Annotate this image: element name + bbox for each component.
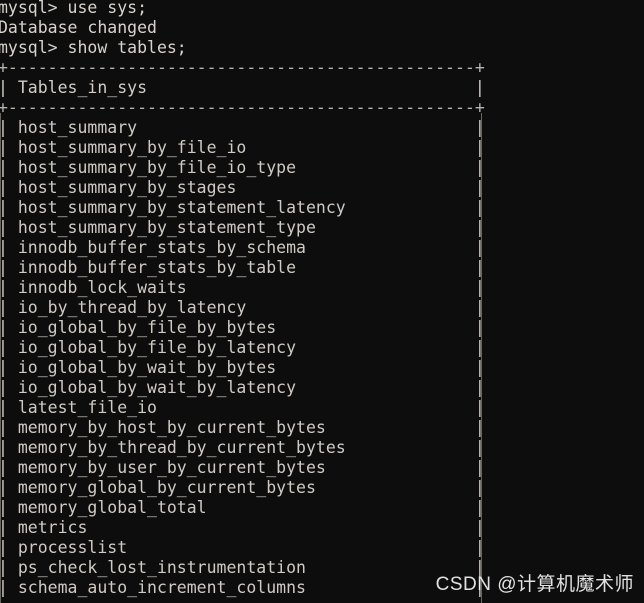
table-row: | metrics | — [0, 518, 485, 537]
table-row: | memory_by_user_by_current_bytes | — [0, 458, 485, 477]
csdn-watermark: CSDN @计算机魔术师 — [435, 574, 634, 595]
terminal-window[interactable]: mysql> use sys; Database changed mysql> … — [0, 0, 644, 603]
table-row: | innodb_lock_waits | — [0, 278, 485, 297]
table-row: | host_summary_by_file_io_type | — [0, 158, 485, 177]
table-row: | innodb_buffer_stats_by_table | — [0, 258, 485, 277]
terminal-screen: mysql> use sys; Database changed mysql> … — [0, 0, 644, 598]
table-body: | host_summary | | host_summary_by_file_i… — [0, 118, 644, 598]
table-row: | io_global_by_file_by_bytes | — [0, 318, 485, 337]
table-top-rule: +---------------------------------------… — [0, 58, 485, 77]
terminal-line-command-1: mysql> use sys; — [0, 0, 148, 17]
table-row: | io_by_thread_by_latency | — [0, 298, 485, 317]
table-row: | host_summary_by_stages | — [0, 178, 485, 197]
table-row: | io_global_by_file_by_latency | — [0, 338, 485, 357]
table-row: | memory_by_thread_by_current_bytes | — [0, 438, 485, 457]
table-right-border — [481, 113, 482, 603]
table-row: | memory_global_by_current_bytes | — [0, 478, 485, 497]
table-row: | host_summary_by_file_io | — [0, 138, 485, 157]
table-row: | memory_global_total | — [0, 498, 485, 517]
terminal-line-command-2: mysql> show tables; — [0, 38, 187, 57]
table-left-border — [0, 113, 1, 603]
table-header-rule: +---------------------------------------… — [0, 98, 485, 117]
table-row: | host_summary_by_statement_type | — [0, 218, 485, 237]
table-row: | io_global_by_wait_by_latency | — [0, 378, 485, 397]
terminal-line-status: Database changed — [0, 18, 157, 37]
table-row: | processlist | — [0, 538, 485, 557]
table-header-row: | Tables_in_sys | — [0, 78, 485, 97]
table-row: | memory_by_host_by_current_bytes | — [0, 418, 485, 437]
table-row: | latest_file_io | — [0, 398, 485, 417]
table-row: | host_summary | — [0, 118, 485, 137]
table-row: | io_global_by_wait_by_bytes | — [0, 358, 485, 377]
table-row: | innodb_buffer_stats_by_schema | — [0, 238, 485, 257]
table-row: | host_summary_by_statement_latency | — [0, 198, 485, 217]
